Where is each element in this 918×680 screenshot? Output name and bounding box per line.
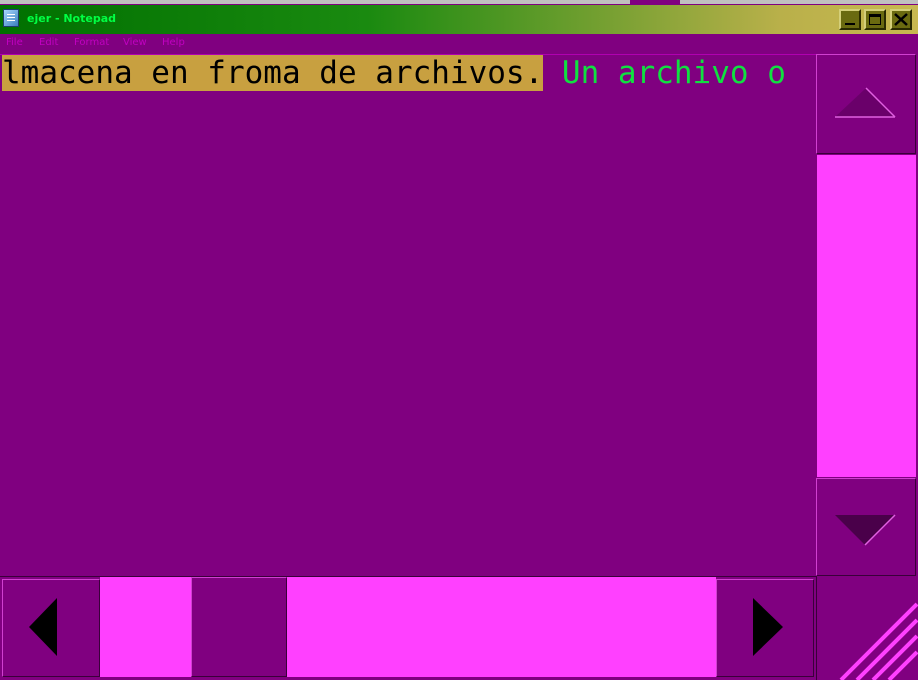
horizontal-scroll-thumb[interactable] [191, 577, 287, 677]
triangle-up-icon [835, 87, 896, 118]
notepad-icon[interactable] [3, 9, 19, 27]
scroll-left-button[interactable] [2, 579, 100, 677]
scroll-right-button[interactable] [716, 579, 814, 677]
text-editor-area[interactable]: lmacena en froma de archivos. Un archivo… [0, 54, 816, 576]
horizontal-scroll-page-right[interactable] [287, 577, 716, 677]
vertical-scrollbar[interactable] [816, 54, 918, 576]
triangle-right-icon [753, 598, 783, 656]
horizontal-scroll-page-left[interactable] [100, 577, 191, 677]
menu-format[interactable]: Format [74, 37, 109, 48]
selected-text[interactable]: lmacena en froma de archivos. [2, 55, 544, 91]
horizontal-scrollbar[interactable] [0, 576, 816, 680]
window-title: ejer - Notepad [27, 12, 116, 25]
close-button[interactable] [890, 9, 912, 30]
text-line: lmacena en froma de archivos. Un archivo… [2, 55, 786, 91]
minimize-button[interactable] [839, 9, 861, 30]
menu-bar: File Edit Format View Help [0, 34, 918, 52]
menu-help[interactable]: Help [162, 37, 185, 48]
background-window-edge [680, 0, 918, 4]
editor-text[interactable]: Un archivo o [543, 55, 786, 91]
triangle-down-icon [835, 514, 896, 546]
menu-file[interactable]: File [6, 37, 23, 48]
title-bar[interactable]: ejer - Notepad [0, 5, 918, 34]
scroll-up-button[interactable] [816, 54, 916, 154]
close-icon [894, 13, 908, 26]
scroll-down-button[interactable] [816, 478, 916, 576]
resize-grip-icon [839, 602, 918, 680]
vertical-scroll-page-area[interactable] [816, 155, 916, 477]
menu-view[interactable]: View [123, 37, 147, 48]
menu-edit[interactable]: Edit [39, 37, 58, 48]
maximize-button[interactable] [864, 9, 886, 30]
background-window-edge [0, 0, 630, 4]
triangle-left-icon [29, 598, 57, 656]
resize-grip[interactable] [816, 576, 918, 680]
